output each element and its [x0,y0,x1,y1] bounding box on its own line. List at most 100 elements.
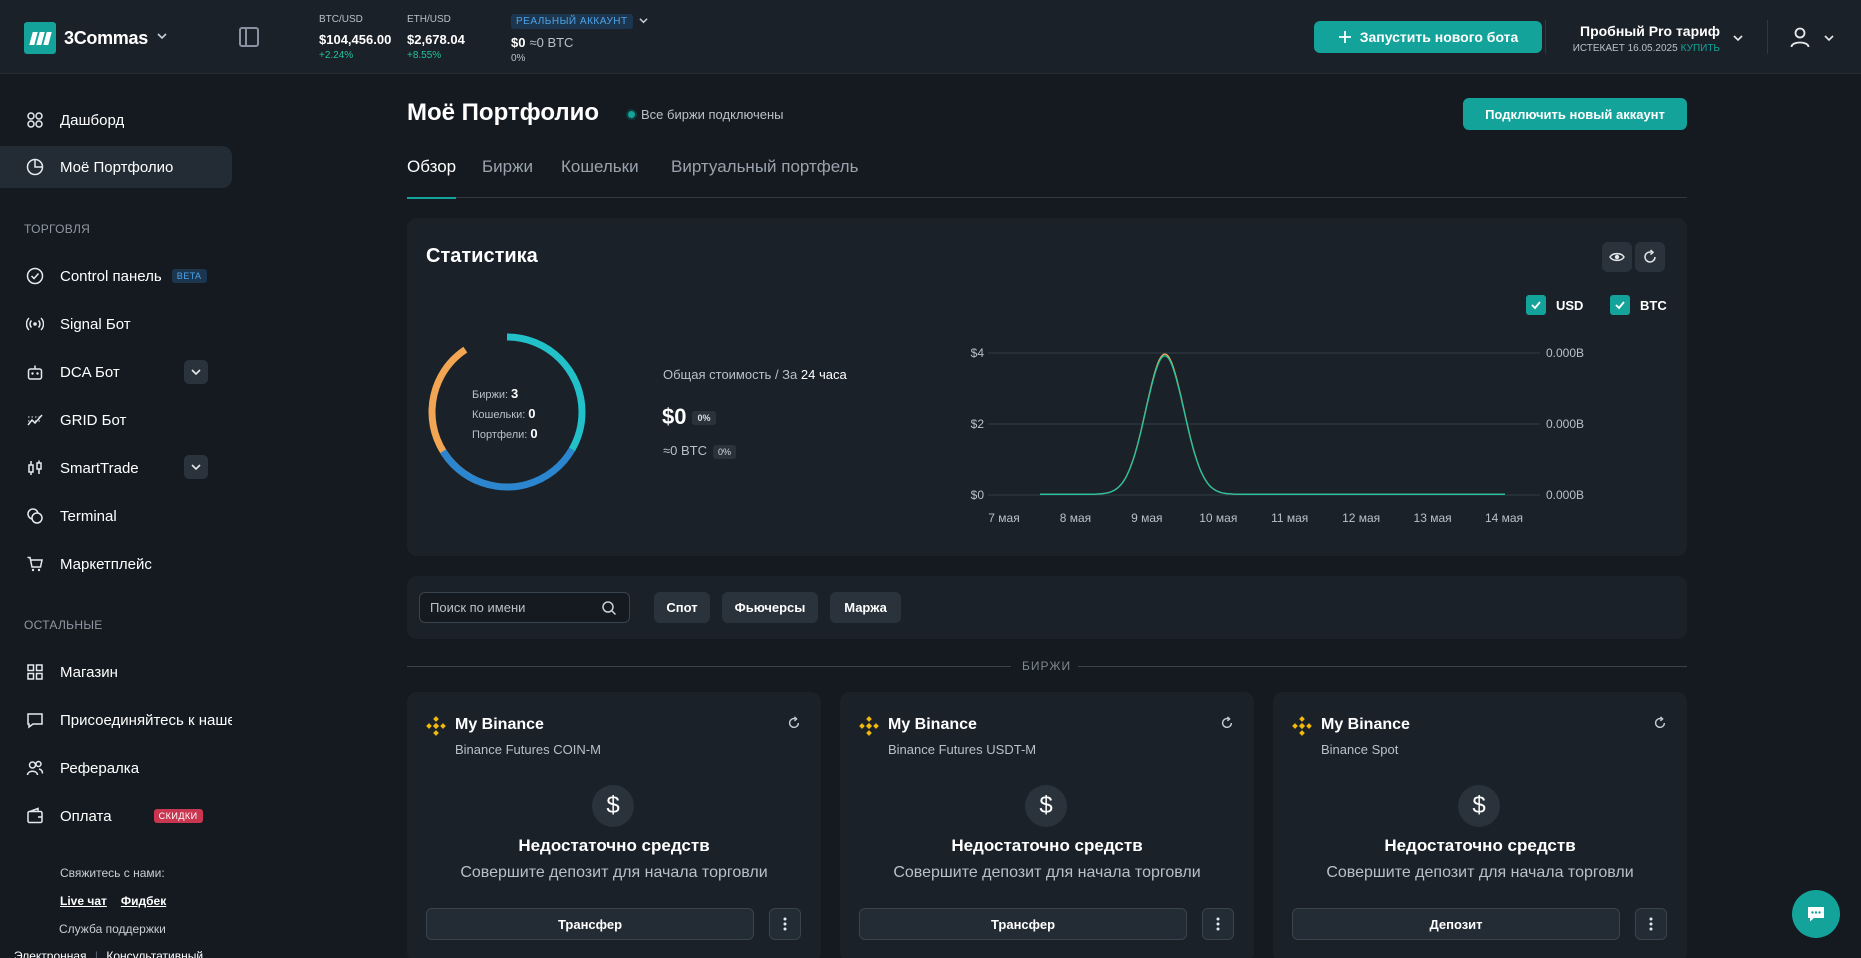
more-options-button[interactable] [1202,908,1234,940]
feedback-link[interactable]: Фидбек [121,894,166,908]
tab-wallets[interactable]: Кошельки [561,157,639,198]
tab-overview[interactable]: Обзор [407,157,457,199]
more-vertical-icon [783,917,787,931]
user-icon[interactable] [1788,25,1812,49]
sidebar-item-payment[interactable]: Оплата СКИДКИ [0,795,232,837]
x-tick-label: 9 мая [1131,511,1162,525]
chevron-down-icon[interactable] [157,31,167,41]
sale-badge: СКИДКИ [153,809,203,823]
sidebar-item-label: Control панель [60,267,162,285]
expand-smarttrade-button[interactable] [184,455,208,479]
total-period: 24 часа [800,367,847,382]
binance-logo-icon [859,716,879,736]
sidebar-item-portfolio[interactable]: Моё Портфолио [0,146,232,188]
sidebar-item-dashboard[interactable]: Дашборд [0,99,232,141]
bottom-link[interactable]: Электронная [14,949,87,958]
sidebar-item-store[interactable]: Магазин [0,651,232,693]
chevron-down-icon[interactable] [1824,33,1834,43]
live-chat-link[interactable]: Live чат [60,894,107,908]
tab-exchanges[interactable]: Биржи [482,157,533,198]
filter-spot[interactable]: Спот [654,592,710,623]
chevron-down-icon[interactable] [639,16,648,25]
sidebar-toggle-icon[interactable] [239,27,259,47]
total-btc-value: ≈0 BTC [663,443,707,458]
chat-icon [27,713,43,729]
ticker-change: +8.55% [407,50,442,61]
app-logo[interactable]: 3Commas [24,22,148,54]
refresh-icon[interactable] [1220,716,1234,730]
donut-value: 0 [528,406,536,421]
ticker-price: $2,678.04 [407,32,465,47]
connect-account-button[interactable]: Подключить новый аккаунт [1463,98,1687,130]
insufficient-funds-message: Недостаточно средств [951,836,1143,855]
search-field[interactable] [419,592,630,623]
refresh-icon[interactable] [787,716,801,730]
status-text: Все биржи подключены [641,107,784,122]
users-icon [26,760,44,776]
sidebar-section-other: ОСТАЛЬНЫЕ [24,618,103,632]
chevron-down-icon[interactable] [1733,33,1743,43]
new-bot-label: Запустить нового бота [1359,29,1519,45]
deposit-hint: Совершите депозит для начала торговли [893,864,1201,881]
connection-status: Все биржи подключены [628,107,784,122]
contact-links: Live чат Фидбек [60,894,180,908]
exchange-card: My Binance Binance Spot $ Недостаточно с… [1273,692,1687,958]
support-chat-button[interactable] [1792,890,1840,938]
filter-futures[interactable]: Фьючерсы [722,592,818,623]
donut-portfolios: Портфели: 0 [472,426,538,441]
expand-dca-button[interactable] [184,360,208,384]
legend-btc[interactable]: BTC [1610,295,1667,315]
tab-virtual-portfolio[interactable]: Виртуальный портфель [671,157,858,198]
legend-usd[interactable]: USD [1526,295,1583,315]
sidebar-item-community[interactable]: Присоединяйтесь к наше [0,699,232,741]
exchange-card: My Binance Binance Futures USDT-M $ Недо… [840,692,1254,958]
sidebar-item-label: GRID Бот [60,411,127,429]
new-bot-button[interactable]: Запустить нового бота [1314,21,1542,53]
transfer-button[interactable]: Трансфер [859,908,1187,940]
more-vertical-icon [1216,917,1220,931]
sidebar-item-grid-bot[interactable]: GRID Бот [0,399,232,441]
sidebar-item-control-panel[interactable]: Control панель BETA [0,255,232,297]
more-options-button[interactable] [769,908,801,940]
refresh-stats-button[interactable] [1635,242,1665,272]
total-btc: ≈0 BTC 0% [663,443,736,459]
support-link[interactable]: Служба поддержки [59,922,166,936]
binance-logo-icon [1292,716,1312,736]
y-tick-label: $4 [971,346,985,360]
plan-buy-link[interactable]: КУПИТЬ [1681,43,1720,54]
total-usd-change: 0% [692,411,716,426]
total-usd: $0 0% [662,404,716,430]
sidebar-item-signal-bot[interactable]: Signal Бот [0,303,232,345]
total-usd-value: $0 [662,404,687,429]
filter-margin[interactable]: Маржа [830,592,901,623]
search-input[interactable] [430,593,590,622]
coins-icon [27,508,43,524]
deposit-button[interactable]: Депозит [1292,908,1620,940]
sidebar-item-label: Магазин [60,663,118,681]
logo-mark-icon [24,22,56,54]
account-balance-usd: $0 [511,35,526,50]
more-options-button[interactable] [1635,908,1667,940]
x-tick-label: 7 мая [988,511,1019,525]
checkbox-checked-icon[interactable] [1610,295,1630,315]
ticker-btc[interactable]: BTC/USD $104,456.00 +2.24% [319,14,391,61]
top-bar: 3Commas BTC/USD $104,456.00 +2.24% ETH/U… [0,0,1861,74]
sidebar-item-label: Signal Бот [60,315,131,333]
bottom-link[interactable]: Консультативный [106,949,203,958]
plan-info[interactable]: Пробный Pro тариф ИСТЕКАЕТ 16.05.2025 КУП… [1545,23,1720,54]
sidebar-item-referral[interactable]: Рефералка [0,747,232,789]
portfolio-chart: $0 0.000B $2 0.000B $4 0.000B 7 мая 8 мая 9 мая 1… [971,346,1584,525]
checkbox-checked-icon[interactable] [1526,295,1546,315]
insufficient-funds-message: Недостаточно средств [518,836,710,855]
donut-label: Портфели: [472,429,528,441]
transfer-button[interactable]: Трансфер [426,908,754,940]
donut-label: Кошельки: [472,409,526,421]
search-icon[interactable] [601,600,617,616]
sidebar-item-terminal[interactable]: Terminal [0,495,232,537]
toggle-visibility-button[interactable] [1602,242,1632,272]
ticker-price: $104,456.00 [319,32,392,47]
refresh-icon[interactable] [1653,716,1667,730]
sidebar-item-marketplace[interactable]: Маркетплейс [0,543,232,585]
ticker-eth[interactable]: ETH/USD $2,678.04 +8.55% [407,14,465,61]
account-selector[interactable]: РЕАЛЬНЫЙ АККАУНТ $0 ≈0 BTC 0% [511,11,648,64]
